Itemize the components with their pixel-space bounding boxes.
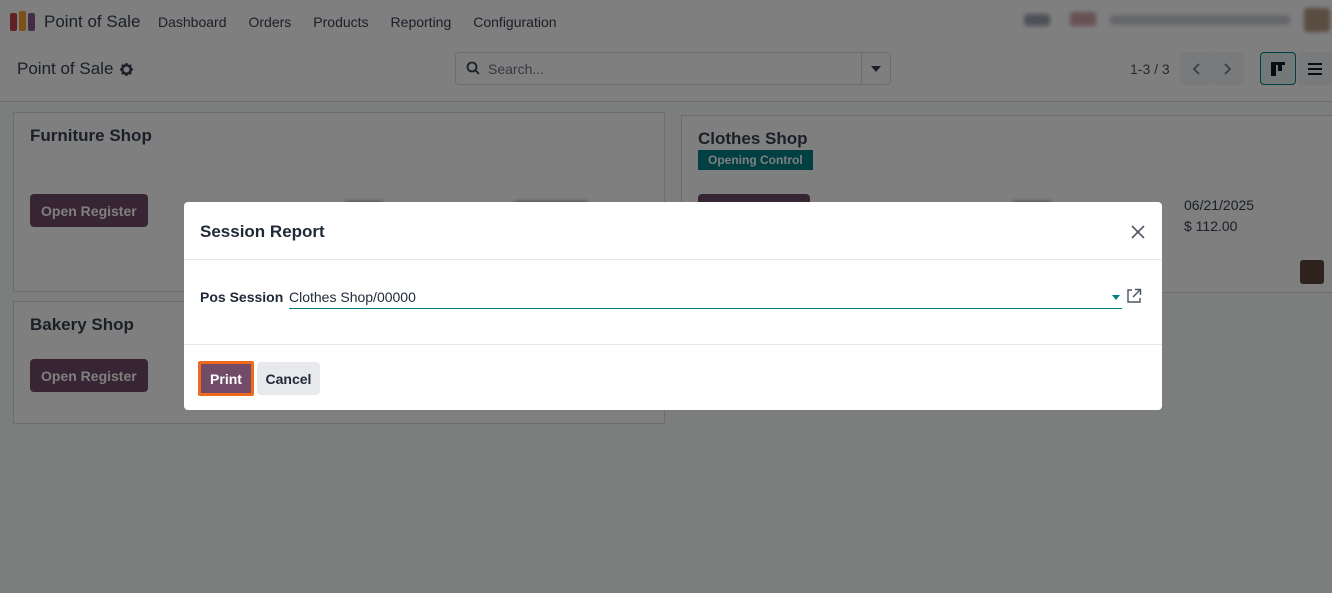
caret-down-icon[interactable] <box>1112 295 1120 300</box>
pos-session-label: Pos Session <box>200 289 284 305</box>
dialog-body: Pos Session Clothes Shop/00000 <box>184 260 1162 345</box>
session-report-dialog: Session Report Pos Session Clothes Shop/… <box>184 202 1162 410</box>
dialog-footer: Print Cancel <box>184 345 1162 410</box>
pos-session-field[interactable]: Clothes Shop/00000 <box>289 287 1122 309</box>
pos-session-value: Clothes Shop/00000 <box>289 289 416 305</box>
external-link-icon[interactable] <box>1126 288 1142 304</box>
cancel-button[interactable]: Cancel <box>257 362 320 395</box>
close-icon[interactable] <box>1128 222 1148 242</box>
print-button[interactable]: Print <box>198 361 254 396</box>
dialog-header: Session Report <box>184 202 1162 260</box>
dialog-title: Session Report <box>200 222 325 241</box>
